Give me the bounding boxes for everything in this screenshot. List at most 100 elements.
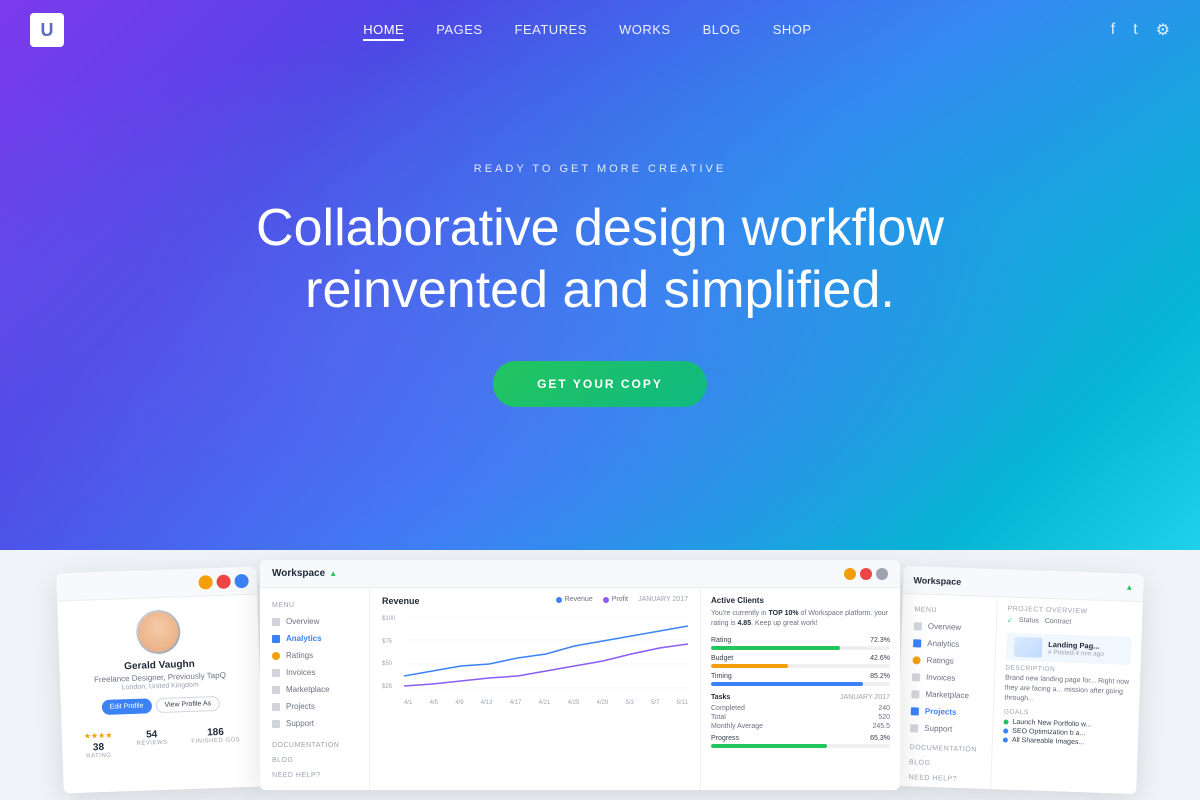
card3-body: MENU Overview Analytics Ratings Invoices	[896, 594, 1143, 794]
profile-card: Gerald Vaughn Freelance Designer, Previo…	[56, 567, 264, 794]
nav-item-pages[interactable]: PAGES	[436, 21, 482, 39]
sidebar-projects[interactable]: Projects	[260, 698, 369, 715]
x-axis-labels: 4/1 4/5 4/9 4/13 4/17 4/21 4/25 4/29 5/3…	[404, 700, 688, 706]
stat-finished: 186 FINISHED GOS	[191, 726, 241, 756]
facebook-icon[interactable]: f	[1111, 21, 1115, 39]
c3-marketplace-icon	[911, 690, 919, 698]
active-clients-panel: Active Clients You're currently in TOP 1…	[700, 588, 900, 790]
metric-timing-label: Timing 85.2%	[711, 673, 890, 680]
avatar	[136, 609, 182, 655]
hero-section: READY TO GET MORE CREATIVE Collaborative…	[0, 0, 1200, 570]
project-status: ✓ Status Contract	[1007, 617, 1132, 629]
need-help-label: NEED HELP?	[260, 768, 369, 783]
profile-name: Gerald Vaughn	[124, 659, 195, 672]
dot-red	[216, 574, 230, 588]
metric-timing-bar	[711, 682, 890, 686]
status-check: ✓	[1007, 617, 1013, 625]
legend-revenue-dot	[556, 597, 562, 603]
c3-ratings-icon	[913, 656, 921, 664]
date-label: JANUARY 2017	[638, 596, 688, 603]
goal-3-dot	[1003, 738, 1008, 743]
menu-label: MENU	[260, 598, 369, 613]
dot-blue	[234, 573, 248, 587]
navbar: U HOME PAGES FEATURES WORKS BLOG SHOP f …	[0, 0, 1200, 60]
sidebar-marketplace[interactable]: Marketplace	[260, 681, 369, 698]
metric-rating: Rating 72.3%	[711, 637, 890, 650]
support-icon	[272, 720, 280, 728]
project-overview-card: Workspace ▲ MENU Overview Analytics Rati…	[896, 566, 1144, 794]
project-sub: # Posted 4 min ago	[1048, 649, 1104, 658]
dot2-orange	[844, 568, 856, 580]
c3-analytics-icon	[913, 639, 921, 647]
edit-profile-button[interactable]: Edit Profile	[101, 698, 151, 715]
c3-invoices-icon	[912, 673, 920, 681]
analytics-sidebar: MENU Overview Analytics Ratings Invoices	[260, 588, 370, 790]
tasks-section: Tasks JANUARY 2017 Completed 240 Total 5…	[711, 694, 890, 748]
card3-sidebar: MENU Overview Analytics Ratings Invoices	[896, 594, 998, 789]
profile-stats: ★★★★ 38 RATING 54 REVIEWS 186 FINISHED G…	[61, 717, 262, 760]
sidebar-analytics[interactable]: Analytics	[260, 630, 369, 647]
sidebar-ratings[interactable]: Ratings	[260, 647, 369, 664]
twitter-icon[interactable]: t	[1133, 21, 1137, 39]
workspace2-arrow: ▲	[1125, 583, 1133, 592]
marketplace-icon	[272, 686, 280, 694]
project-overview-title: Project Overview	[1007, 606, 1132, 617]
hero-content: READY TO GET MORE CREATIVE Collaborative…	[210, 163, 990, 408]
sidebar-overview[interactable]: Overview	[260, 613, 369, 630]
sidebar-support[interactable]: Support	[260, 715, 369, 732]
desc-text: Brand new landing page for... Right now …	[1004, 673, 1130, 707]
blog-label: BLOG	[260, 753, 369, 768]
goals-label: GOALS	[1004, 709, 1129, 720]
goal-2-dot	[1003, 729, 1008, 734]
nav-item-features[interactable]: FEATURES	[515, 21, 587, 39]
hero-title: Collaborative design workflow reinvented…	[210, 197, 990, 322]
profile-location: London, United Kingdom	[122, 682, 199, 692]
workspace2-title: Workspace	[913, 575, 961, 587]
overview-icon	[272, 618, 280, 626]
settings-icon[interactable]: ⚙	[1156, 20, 1170, 40]
profile-buttons: Edit Profile View Profile As	[101, 696, 220, 715]
c3-overview-icon	[914, 622, 922, 630]
c3-projects-icon	[911, 707, 919, 715]
sidebar-invoices[interactable]: Invoices	[260, 664, 369, 681]
c3-support-icon	[910, 724, 918, 732]
avatar-face	[138, 611, 179, 652]
revenue-title: Revenue	[382, 596, 420, 606]
nav-links: HOME PAGES FEATURES WORKS BLOG SHOP	[363, 21, 811, 39]
nav-item-works[interactable]: WORKS	[619, 21, 671, 39]
active-clients-desc: You're currently in TOP 10% of Workspace…	[711, 609, 890, 629]
get-copy-button[interactable]: GET YOUR COPY	[493, 361, 707, 407]
analytics-icon	[272, 635, 280, 643]
nav-item-blog[interactable]: BLOG	[703, 21, 741, 39]
metric-timing: Timing 85.2%	[711, 673, 890, 686]
ratings-icon	[272, 652, 280, 660]
workspace-title: Workspace ▲	[272, 568, 337, 579]
hero-subtitle: READY TO GET MORE CREATIVE	[210, 163, 990, 175]
goal-1-dot	[1003, 720, 1008, 725]
logo[interactable]: U	[30, 13, 64, 47]
invoices-icon	[272, 669, 280, 677]
progress-label: Progress 65.3%	[711, 735, 890, 742]
projects-icon	[272, 703, 280, 711]
metric-rating-bar	[711, 646, 890, 650]
chart-inner	[404, 616, 688, 690]
metric-budget-label: Budget 42.6%	[711, 655, 890, 662]
view-profile-button[interactable]: View Profile As	[155, 696, 220, 713]
y-axis-labels: $100 $75 $50 $25	[382, 616, 402, 690]
dot2-blue	[876, 568, 888, 580]
project-item[interactable]: Landing Pag... # Posted 4 min ago	[1006, 633, 1132, 665]
chart-legend: Revenue Profit JANUARY 2017	[556, 596, 688, 603]
dot-orange	[198, 575, 212, 589]
dashboard-preview-area: Gerald Vaughn Freelance Designer, Previo…	[0, 550, 1200, 800]
card3-support[interactable]: Support	[898, 719, 993, 739]
metric-budget-bar	[711, 664, 890, 668]
c3-need-help: NEED HELP?	[896, 770, 990, 788]
legend-profit: Profit	[603, 596, 628, 603]
nav-social: f t ⚙	[1111, 20, 1170, 40]
progress-fill	[711, 744, 827, 748]
metric-timing-fill	[711, 682, 863, 686]
nav-item-shop[interactable]: SHOP	[773, 21, 812, 39]
tasks-title: Tasks JANUARY 2017	[711, 694, 890, 701]
card2-header: Workspace ▲	[260, 560, 900, 588]
nav-item-home[interactable]: HOME	[363, 21, 404, 39]
